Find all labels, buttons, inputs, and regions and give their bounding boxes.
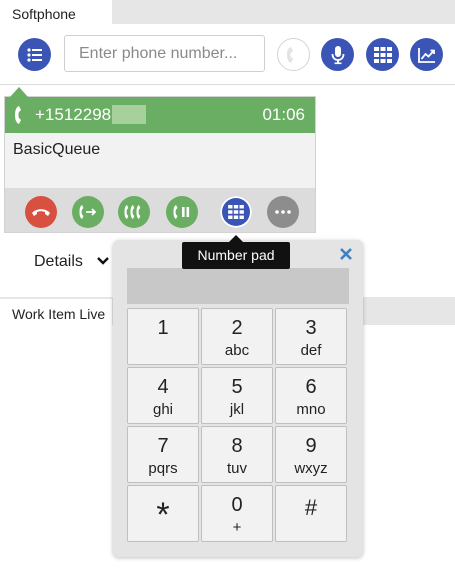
key-0[interactable]: 0 + [201, 485, 273, 542]
conference-button[interactable] [118, 196, 150, 228]
number-pad-tooltip: Number pad [182, 242, 290, 269]
conference-icon [124, 205, 141, 219]
queue-list-icon [26, 47, 42, 62]
key-digit: 8 [231, 435, 243, 457]
number-pad-button[interactable] [220, 196, 252, 228]
statistics-button[interactable] [410, 38, 443, 71]
key-4[interactable]: 4 ghi [127, 367, 199, 424]
key-letters: mno [296, 401, 326, 418]
more-dots-icon [275, 210, 291, 214]
phone-number-input[interactable] [64, 35, 265, 72]
queue-list-button[interactable] [18, 38, 51, 71]
microphone-icon [331, 45, 344, 64]
caller-number: +1512298 [35, 105, 112, 124]
key-digit: 3 [305, 317, 317, 339]
key-digit: 6 [305, 376, 317, 398]
key-letters: jkl [229, 401, 245, 418]
key-1[interactable]: 1 [127, 308, 199, 365]
hangup-icon [32, 209, 50, 216]
key-letters: wxyz [294, 460, 328, 477]
key-letters: tuv [226, 460, 247, 477]
hold-button[interactable] [166, 196, 198, 228]
key-8[interactable]: 8 tuv [201, 426, 273, 483]
call-card-pointer [10, 87, 28, 97]
call-button[interactable] [277, 38, 310, 71]
key-hash[interactable]: # [275, 485, 347, 542]
call-timer: 01:06 [262, 105, 305, 124]
key-letters: pqrs [148, 460, 178, 477]
key-digit: 5 [231, 376, 243, 398]
toolbar-divider [0, 84, 455, 85]
more-button[interactable] [267, 196, 299, 228]
key-digit: 7 [157, 435, 169, 457]
queue-name: BasicQueue [13, 141, 101, 158]
key-digit: 2 [231, 317, 243, 339]
key-letters: + [232, 519, 242, 536]
key-6[interactable]: 6 mno [275, 367, 347, 424]
key-letters: ghi [152, 401, 174, 418]
dialed-number-display [127, 268, 349, 304]
key-letters: def [300, 342, 322, 359]
keypad-icon [373, 46, 392, 63]
hold-icon [173, 205, 190, 219]
transfer-button[interactable] [72, 196, 104, 228]
details-toggle[interactable]: Details [34, 253, 83, 271]
key-3[interactable]: 3 def [275, 308, 347, 365]
keypad-icon [228, 205, 244, 219]
key-digit: * [156, 496, 170, 534]
transfer-icon [79, 205, 97, 219]
key-5[interactable]: 5 jkl [201, 367, 273, 424]
hangup-button[interactable] [25, 196, 57, 228]
tooltip-arrow [229, 235, 243, 242]
phone-icon [286, 46, 293, 63]
mute-button[interactable] [321, 38, 354, 71]
key-digit: # [304, 495, 318, 520]
key-digit: 4 [157, 376, 169, 398]
close-icon[interactable] [339, 247, 353, 261]
redacted-digits [112, 105, 146, 124]
phone-icon [15, 106, 21, 124]
key-digit: 0 [231, 494, 243, 516]
chevron-down-icon[interactable] [96, 255, 110, 267]
tab-softphone[interactable]: Softphone [0, 0, 112, 26]
key-digit: 9 [305, 435, 317, 457]
keypad-button[interactable] [366, 38, 399, 71]
key-9[interactable]: 9 wxyz [275, 426, 347, 483]
call-header: +1512298 01:06 [5, 97, 315, 133]
tab-work-item-live[interactable]: Work Item Live [0, 299, 112, 327]
key-letters: abc [224, 342, 250, 359]
key-2[interactable]: 2 abc [201, 308, 273, 365]
chart-icon [417, 47, 435, 63]
key-star[interactable]: * [127, 485, 199, 542]
key-digit: 1 [157, 317, 169, 339]
key-7[interactable]: 7 pqrs [127, 426, 199, 483]
